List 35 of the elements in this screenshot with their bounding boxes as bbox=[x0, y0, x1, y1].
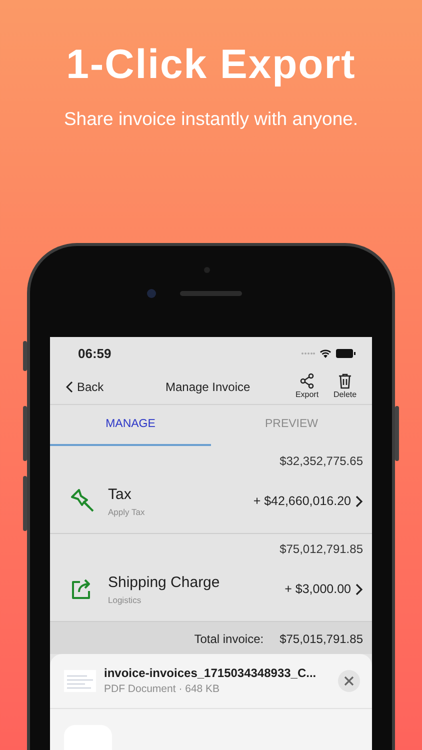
signal-icon bbox=[301, 352, 315, 355]
charge-subtitle: Apply Tax bbox=[108, 506, 146, 519]
screen-title: Manage Invoice bbox=[165, 380, 250, 394]
subtitle: Share invoice instantly with anyone. bbox=[62, 107, 360, 131]
wifi-icon bbox=[319, 348, 332, 358]
total-label: Total invoice: bbox=[194, 630, 264, 648]
speaker-icon bbox=[180, 290, 242, 296]
close-icon bbox=[344, 676, 354, 686]
subtotal-amount: $32,352,775.65 bbox=[280, 454, 363, 468]
charge-title: Tax bbox=[108, 484, 132, 505]
total-value: $75,015,791.85 bbox=[280, 630, 363, 648]
close-button[interactable] bbox=[338, 670, 360, 692]
share-icon bbox=[299, 372, 315, 389]
status-time: 06:59 bbox=[78, 344, 112, 362]
charge-subtitle: Logistics bbox=[108, 594, 142, 607]
delete-button[interactable]: Delete bbox=[328, 372, 362, 401]
charge-row[interactable]: Tax Apply Tax + $42,660,016.20 bbox=[50, 470, 372, 534]
trash-icon bbox=[338, 372, 352, 389]
charge-amount: + $42,660,016.20 bbox=[253, 492, 351, 510]
charge-amount: + $3,000.00 bbox=[284, 580, 351, 598]
camera-icon bbox=[147, 288, 156, 298]
charge-title: Shipping Charge bbox=[108, 572, 221, 593]
chevron-right-icon bbox=[355, 494, 363, 508]
file-name: invoice-invoices_1715034348933_C... bbox=[104, 664, 318, 682]
battery-icon bbox=[336, 348, 356, 358]
back-button[interactable]: Back bbox=[66, 378, 104, 396]
chevron-right-icon bbox=[355, 582, 363, 596]
headline: 1-Click Export bbox=[65, 44, 357, 85]
document-thumbnail-icon bbox=[64, 670, 96, 692]
file-info: PDF Document · 648 KB bbox=[104, 682, 221, 697]
subtotal-amount: $75,012,791.85 bbox=[280, 542, 363, 556]
tab[interactable]: MANAGE bbox=[50, 404, 211, 446]
chevron-left-icon bbox=[66, 380, 73, 393]
pushpin-icon bbox=[70, 488, 96, 514]
export-button[interactable]: Export bbox=[290, 372, 324, 401]
